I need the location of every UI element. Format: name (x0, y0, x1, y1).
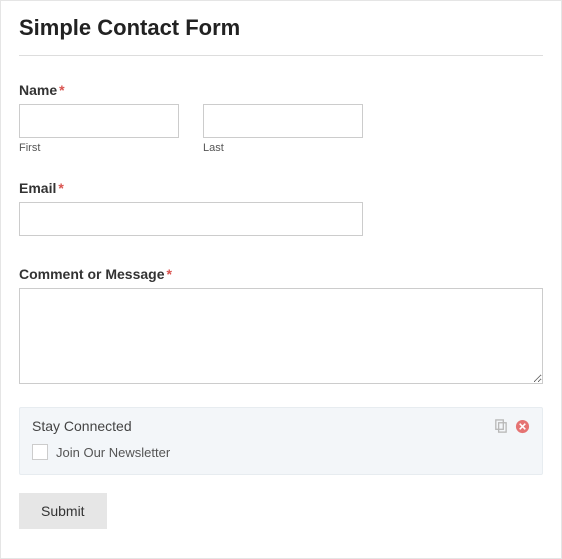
stay-connected-section: Stay Connected Join Our Newsletter (19, 407, 543, 475)
name-label: Name* (19, 82, 543, 98)
divider (19, 55, 543, 56)
last-name-col: Last (203, 104, 363, 154)
comment-label-text: Comment or Message (19, 266, 164, 282)
comment-label: Comment or Message* (19, 266, 543, 282)
stay-connected-title: Stay Connected (32, 418, 132, 434)
name-label-text: Name (19, 82, 57, 98)
first-name-sublabel: First (19, 142, 179, 154)
newsletter-checkbox[interactable] (32, 444, 48, 460)
last-name-input[interactable] (203, 104, 363, 138)
email-input-wrap (19, 202, 363, 236)
required-mark: * (166, 266, 171, 282)
email-label: Email* (19, 180, 543, 196)
duplicate-icon[interactable] (492, 418, 508, 434)
email-label-text: Email (19, 180, 56, 196)
stay-connected-actions (492, 418, 530, 434)
comment-field-group: Comment or Message* (19, 266, 543, 389)
last-name-sublabel: Last (203, 142, 363, 154)
name-row: First Last (19, 104, 543, 154)
email-field-group: Email* (19, 180, 543, 236)
newsletter-checkbox-label: Join Our Newsletter (56, 445, 170, 460)
comment-textarea[interactable] (19, 288, 543, 384)
first-name-input[interactable] (19, 104, 179, 138)
email-input[interactable] (19, 202, 363, 236)
first-name-col: First (19, 104, 179, 154)
contact-form-container: Simple Contact Form Name* First Last Ema… (0, 0, 562, 559)
form-title: Simple Contact Form (19, 15, 543, 41)
delete-icon[interactable] (514, 418, 530, 434)
required-mark: * (59, 82, 64, 98)
submit-button[interactable]: Submit (19, 493, 107, 529)
required-mark: * (58, 180, 63, 196)
stay-connected-header: Stay Connected (32, 418, 530, 434)
newsletter-checkbox-row: Join Our Newsletter (32, 444, 530, 460)
name-field-group: Name* First Last (19, 82, 543, 154)
